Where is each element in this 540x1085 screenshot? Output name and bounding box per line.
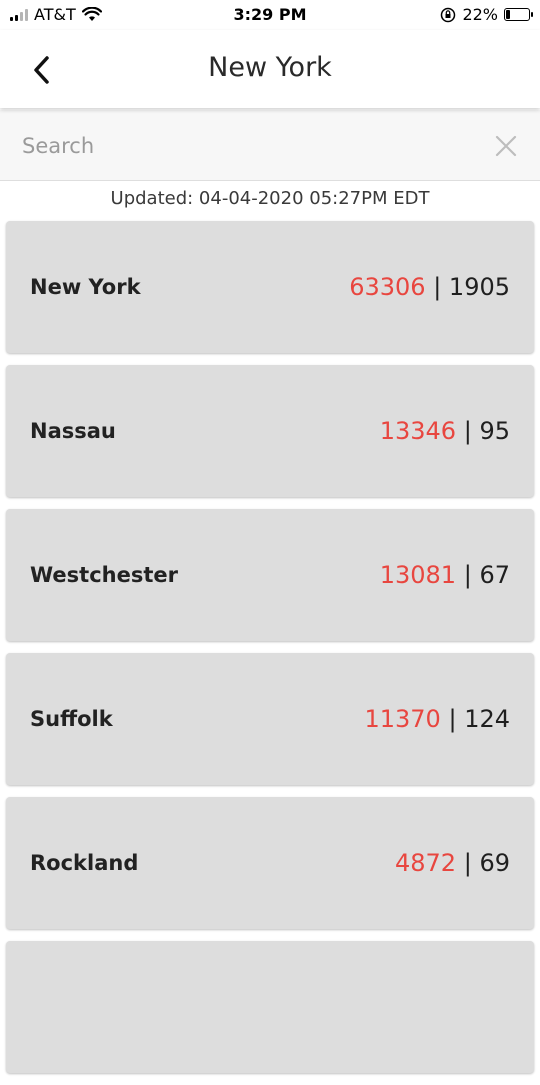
status-bar: AT&T 3:29 PM 22% [0, 0, 540, 30]
county-stats: 11370 | 124 [364, 705, 510, 733]
county-stats: 13081 | 67 [380, 561, 510, 589]
search-bar [0, 110, 540, 181]
clear-search-button[interactable] [492, 132, 520, 160]
page-title: New York [208, 52, 332, 83]
stats-separator: | [463, 849, 472, 877]
stats-separator: | [448, 705, 457, 733]
nav-header: New York [0, 30, 540, 108]
county-cases: 13081 [379, 561, 457, 589]
orientation-lock-icon [441, 7, 456, 22]
battery-percent: 22% [462, 5, 498, 24]
county-name: Westchester [30, 563, 178, 587]
status-right: 22% [440, 5, 533, 24]
county-card[interactable]: New York 63306 | 1905 [6, 221, 534, 353]
county-name: Rockland [30, 851, 139, 875]
back-button[interactable] [22, 50, 62, 90]
county-cases: 13346 [379, 417, 457, 445]
county-name: Suffolk [30, 707, 113, 731]
stats-separator: | [463, 417, 472, 445]
county-name: New York [30, 275, 141, 299]
stats-separator: | [433, 273, 442, 301]
county-card[interactable]: Suffolk 11370 | 124 [6, 653, 534, 785]
county-stats: 13346 | 95 [380, 417, 510, 445]
county-card[interactable]: Westchester 13081 | 67 [6, 509, 534, 641]
battery-level [506, 10, 511, 19]
search-input[interactable] [20, 124, 474, 168]
close-icon [495, 135, 517, 157]
county-cases: 4872 [395, 849, 457, 877]
county-cases: 63306 [349, 273, 426, 301]
county-name: Nassau [30, 419, 116, 443]
county-deaths: 67 [479, 561, 510, 589]
county-stats: 4872 | 69 [395, 849, 510, 877]
county-cases: 11370 [364, 705, 441, 733]
battery-icon [504, 8, 533, 21]
county-deaths: 124 [464, 705, 510, 733]
county-card[interactable]: Rockland 4872 | 69 [6, 797, 534, 929]
county-list: New York 63306 | 1905 Nassau 13346 | 95 … [6, 221, 534, 1085]
updated-timestamp: Updated: 04-04-2020 05:27PM EDT [110, 188, 430, 209]
chevron-left-icon [34, 56, 49, 84]
county-card[interactable]: Nassau 13346 | 95 [6, 365, 534, 497]
county-stats: 63306 | 1905 [349, 273, 510, 301]
county-deaths: 95 [479, 417, 510, 445]
county-deaths: 69 [479, 849, 510, 877]
county-deaths: 1905 [448, 273, 510, 301]
stats-separator: | [463, 561, 472, 589]
